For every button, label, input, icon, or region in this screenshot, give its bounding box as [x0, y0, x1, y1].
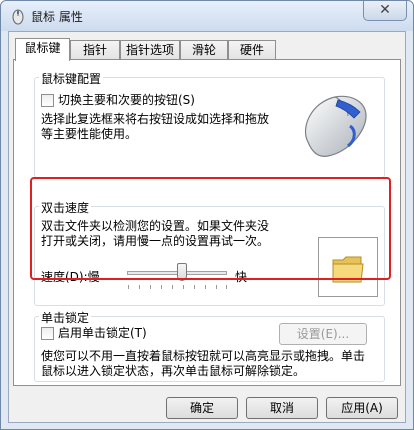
mouse-properties-window: 鼠标 属性 ✕ 鼠标键 指针 指针选项 滑轮 硬件 鼠标键配置 切换主要和次要的…: [0, 0, 414, 430]
click-lock-description: 使您可以不用一直按着鼠标按钮就可以高亮显示或拖拽。单击 鼠标以进入锁定状态，再次…: [41, 349, 376, 379]
click-lock-label: 单击锁定: [39, 309, 92, 326]
slider-tick: [194, 285, 195, 289]
switch-description-line: 等主要性能使用。: [41, 127, 138, 141]
tab-mouse-buttons[interactable]: 鼠标键: [15, 38, 70, 61]
slider-tick: [216, 285, 217, 289]
click-lock-option[interactable]: 启用单击锁定(T): [41, 326, 147, 341]
tab-label: 指针选项: [125, 43, 174, 57]
ok-button[interactable]: 确定: [166, 397, 238, 419]
slider-tick: [128, 285, 129, 289]
switch-buttons-label: 切换主要和次要的按钮(S): [58, 93, 195, 107]
switch-description-line: 选择此复选框来将右按钮设成如选择和拖放: [41, 112, 270, 126]
slider-tick: [226, 285, 227, 289]
click-lock-settings-button[interactable]: 设置(E)...: [279, 323, 367, 345]
mouse-illustration-icon: [304, 95, 367, 157]
highlight-box: [30, 177, 391, 280]
slider-tick: [150, 285, 151, 289]
tab-label: 滑轮: [191, 43, 216, 57]
switch-description: 选择此复选框来将右按钮设成如选择和拖放 等主要性能使用。: [41, 112, 291, 142]
slider-tick: [139, 285, 140, 289]
tab-wheel[interactable]: 滑轮: [180, 40, 228, 60]
close-icon: ✕: [379, 2, 391, 18]
click-lock-description-line: 使您可以不用一直按着鼠标按钮就可以高亮显示或拖拽。单击: [41, 349, 366, 363]
slider-tick: [205, 285, 206, 289]
tab-hardware[interactable]: 硬件: [228, 40, 276, 60]
mouse-icon: [12, 9, 24, 25]
slider-tick: [183, 285, 184, 289]
slider-tick: [172, 285, 173, 289]
click-lock-description-line: 鼠标以进入锁定状态，再次单击鼠标可解除锁定。: [41, 364, 306, 378]
window-title: 鼠标 属性: [31, 10, 83, 24]
switch-buttons-checkbox[interactable]: [41, 94, 54, 107]
tab-label: 硬件: [239, 43, 264, 57]
tab-pointers[interactable]: 指针: [70, 40, 120, 60]
button-config-label: 鼠标键配置: [39, 70, 104, 87]
switch-buttons-option[interactable]: 切换主要和次要的按钮(S): [41, 93, 195, 108]
cancel-button[interactable]: 取消: [246, 397, 318, 419]
tab-pointer-options[interactable]: 指针选项: [120, 40, 180, 60]
click-lock-enable-label: 启用单击锁定(T): [58, 326, 147, 340]
tab-label: 指针: [82, 43, 107, 57]
close-button[interactable]: ✕: [363, 1, 407, 21]
title-bar: 鼠标 属性 ✕: [1, 1, 413, 31]
slider-tick: [161, 285, 162, 289]
button-config-group: 鼠标键配置 切换主要和次要的按钮(S) 选择此复选框来将右按钮设成如选择和拖放 …: [34, 70, 385, 178]
click-lock-checkbox[interactable]: [41, 327, 54, 340]
click-lock-group: 单击锁定 启用单击锁定(T) 设置(E)... 使您可以不用一直按着鼠标按钮就可…: [34, 309, 385, 382]
apply-button[interactable]: 应用(A): [326, 397, 398, 419]
tab-label: 鼠标键: [24, 41, 61, 55]
